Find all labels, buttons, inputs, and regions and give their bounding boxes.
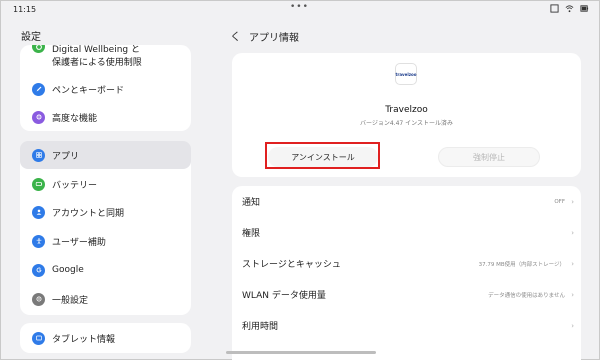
battery-status-icon [580,4,589,13]
accessibility-icon [32,234,45,248]
row-label: ストレージとキャッシュ [242,260,341,270]
chevron-right-icon: › [571,321,574,330]
sidebar-item-label: ペンとキーボード [52,85,125,96]
settings-title: 設定 [21,32,41,43]
sidebar-item-label: Google [52,265,84,275]
sidebar-item-label: 保護者による使用制限 [52,58,142,68]
wifi-icon [565,4,574,13]
account-icon [32,205,45,219]
sidebar-item-accessibility[interactable]: ユーザー補助 [20,227,191,255]
app-name: Travelzoo [385,105,428,115]
sidebar-item-label: バッテリー [52,180,98,191]
battery-icon [32,177,45,191]
settings-group-3: タブレット情報 [20,323,191,353]
sidebar-item-label: アプリ [52,151,80,162]
sidebar-item-label: Digital Wellbeing と [52,45,140,55]
row-wlan-data[interactable]: WLAN データ使用量 データ通信の使用はありません › [232,279,581,310]
app-settings-list: 通知 OFF › 権限 › ストレージとキャッシュ 37.79 MB使用（内部ス… [232,186,581,360]
row-label: 通知 [242,198,261,208]
row-notifications[interactable]: 通知 OFF › [232,186,581,217]
advanced-icon [32,110,45,124]
tablet-info-icon [32,331,45,345]
app-version: バージョン4.47 インストール済み [359,120,454,127]
row-label: 利用時間 [242,322,279,332]
force-stop-button[interactable]: 強制停止 [438,147,540,167]
sidebar-item-digital-wellbeing[interactable]: Digital Wellbeing と 保護者による使用制限 [20,45,191,73]
sidebar-item-apps[interactable]: アプリ [20,141,191,169]
sidebar-item-tablet-info[interactable]: タブレット情報 [20,324,191,352]
wellbeing-icon [32,45,45,53]
row-value: OFF [554,198,565,205]
app-logo: travelzoo [395,71,417,77]
multitask-dots[interactable]: ••• [290,2,309,12]
sidebar-item-accounts[interactable]: アカウントと同期 [20,198,191,226]
row-label: 権限 [242,229,261,239]
chevron-right-icon: › [571,259,574,268]
uninstall-button[interactable]: アンインストール [268,147,378,167]
sidebar-item-battery[interactable]: バッテリー [20,170,191,198]
navigation-handle[interactable] [226,351,376,354]
sidebar-item-google[interactable]: Google [20,256,191,284]
sidebar-item-label: アカウントと同期 [52,208,125,219]
sidebar-item-label: 高度な機能 [52,113,98,124]
row-usage-time[interactable]: 利用時間 › [232,310,581,341]
status-time: 11:15 [13,5,37,14]
chevron-right-icon: › [571,197,574,206]
status-icons [550,4,589,13]
sidebar-item-label: ユーザー補助 [52,237,106,248]
row-storage[interactable]: ストレージとキャッシュ 37.79 MB使用（内部ストレージ） › [232,248,581,279]
status-bar: 11:15 ••• [1,1,599,19]
settings-group-1: Digital Wellbeing と 保護者による使用制限 ペンとキーボード … [20,45,191,131]
sidebar-item-pen-keyboard[interactable]: ペンとキーボード [20,75,191,103]
pen-icon [32,82,45,96]
screenshot-icon [550,4,559,13]
row-label: WLAN データ使用量 [242,291,326,301]
chevron-right-icon: › [571,290,574,299]
page-title: アプリ情報 [249,33,299,44]
row-permissions[interactable]: 権限 › [232,217,581,248]
sidebar-item-advanced[interactable]: 高度な機能 [20,103,191,131]
app-info-card: travelzoo Travelzoo バージョン4.47 インストール済み ア… [232,53,581,177]
google-icon [32,263,45,277]
back-button[interactable]: く [230,28,241,44]
apps-icon [32,148,45,162]
row-value: データ通信の使用はありません [488,292,565,299]
sidebar-item-general[interactable]: 一般設定 [20,285,191,313]
sidebar-item-label: 一般設定 [52,295,89,306]
sidebar-item-label: タブレット情報 [52,334,116,345]
chevron-right-icon: › [571,228,574,237]
general-settings-icon [32,292,45,306]
row-value: 37.79 MB使用（内部ストレージ） [478,261,565,268]
app-icon: travelzoo [395,63,417,85]
settings-group-2: アプリ バッテリー アカウントと同期 ユーザー補助 Google 一般設定 [20,141,191,315]
